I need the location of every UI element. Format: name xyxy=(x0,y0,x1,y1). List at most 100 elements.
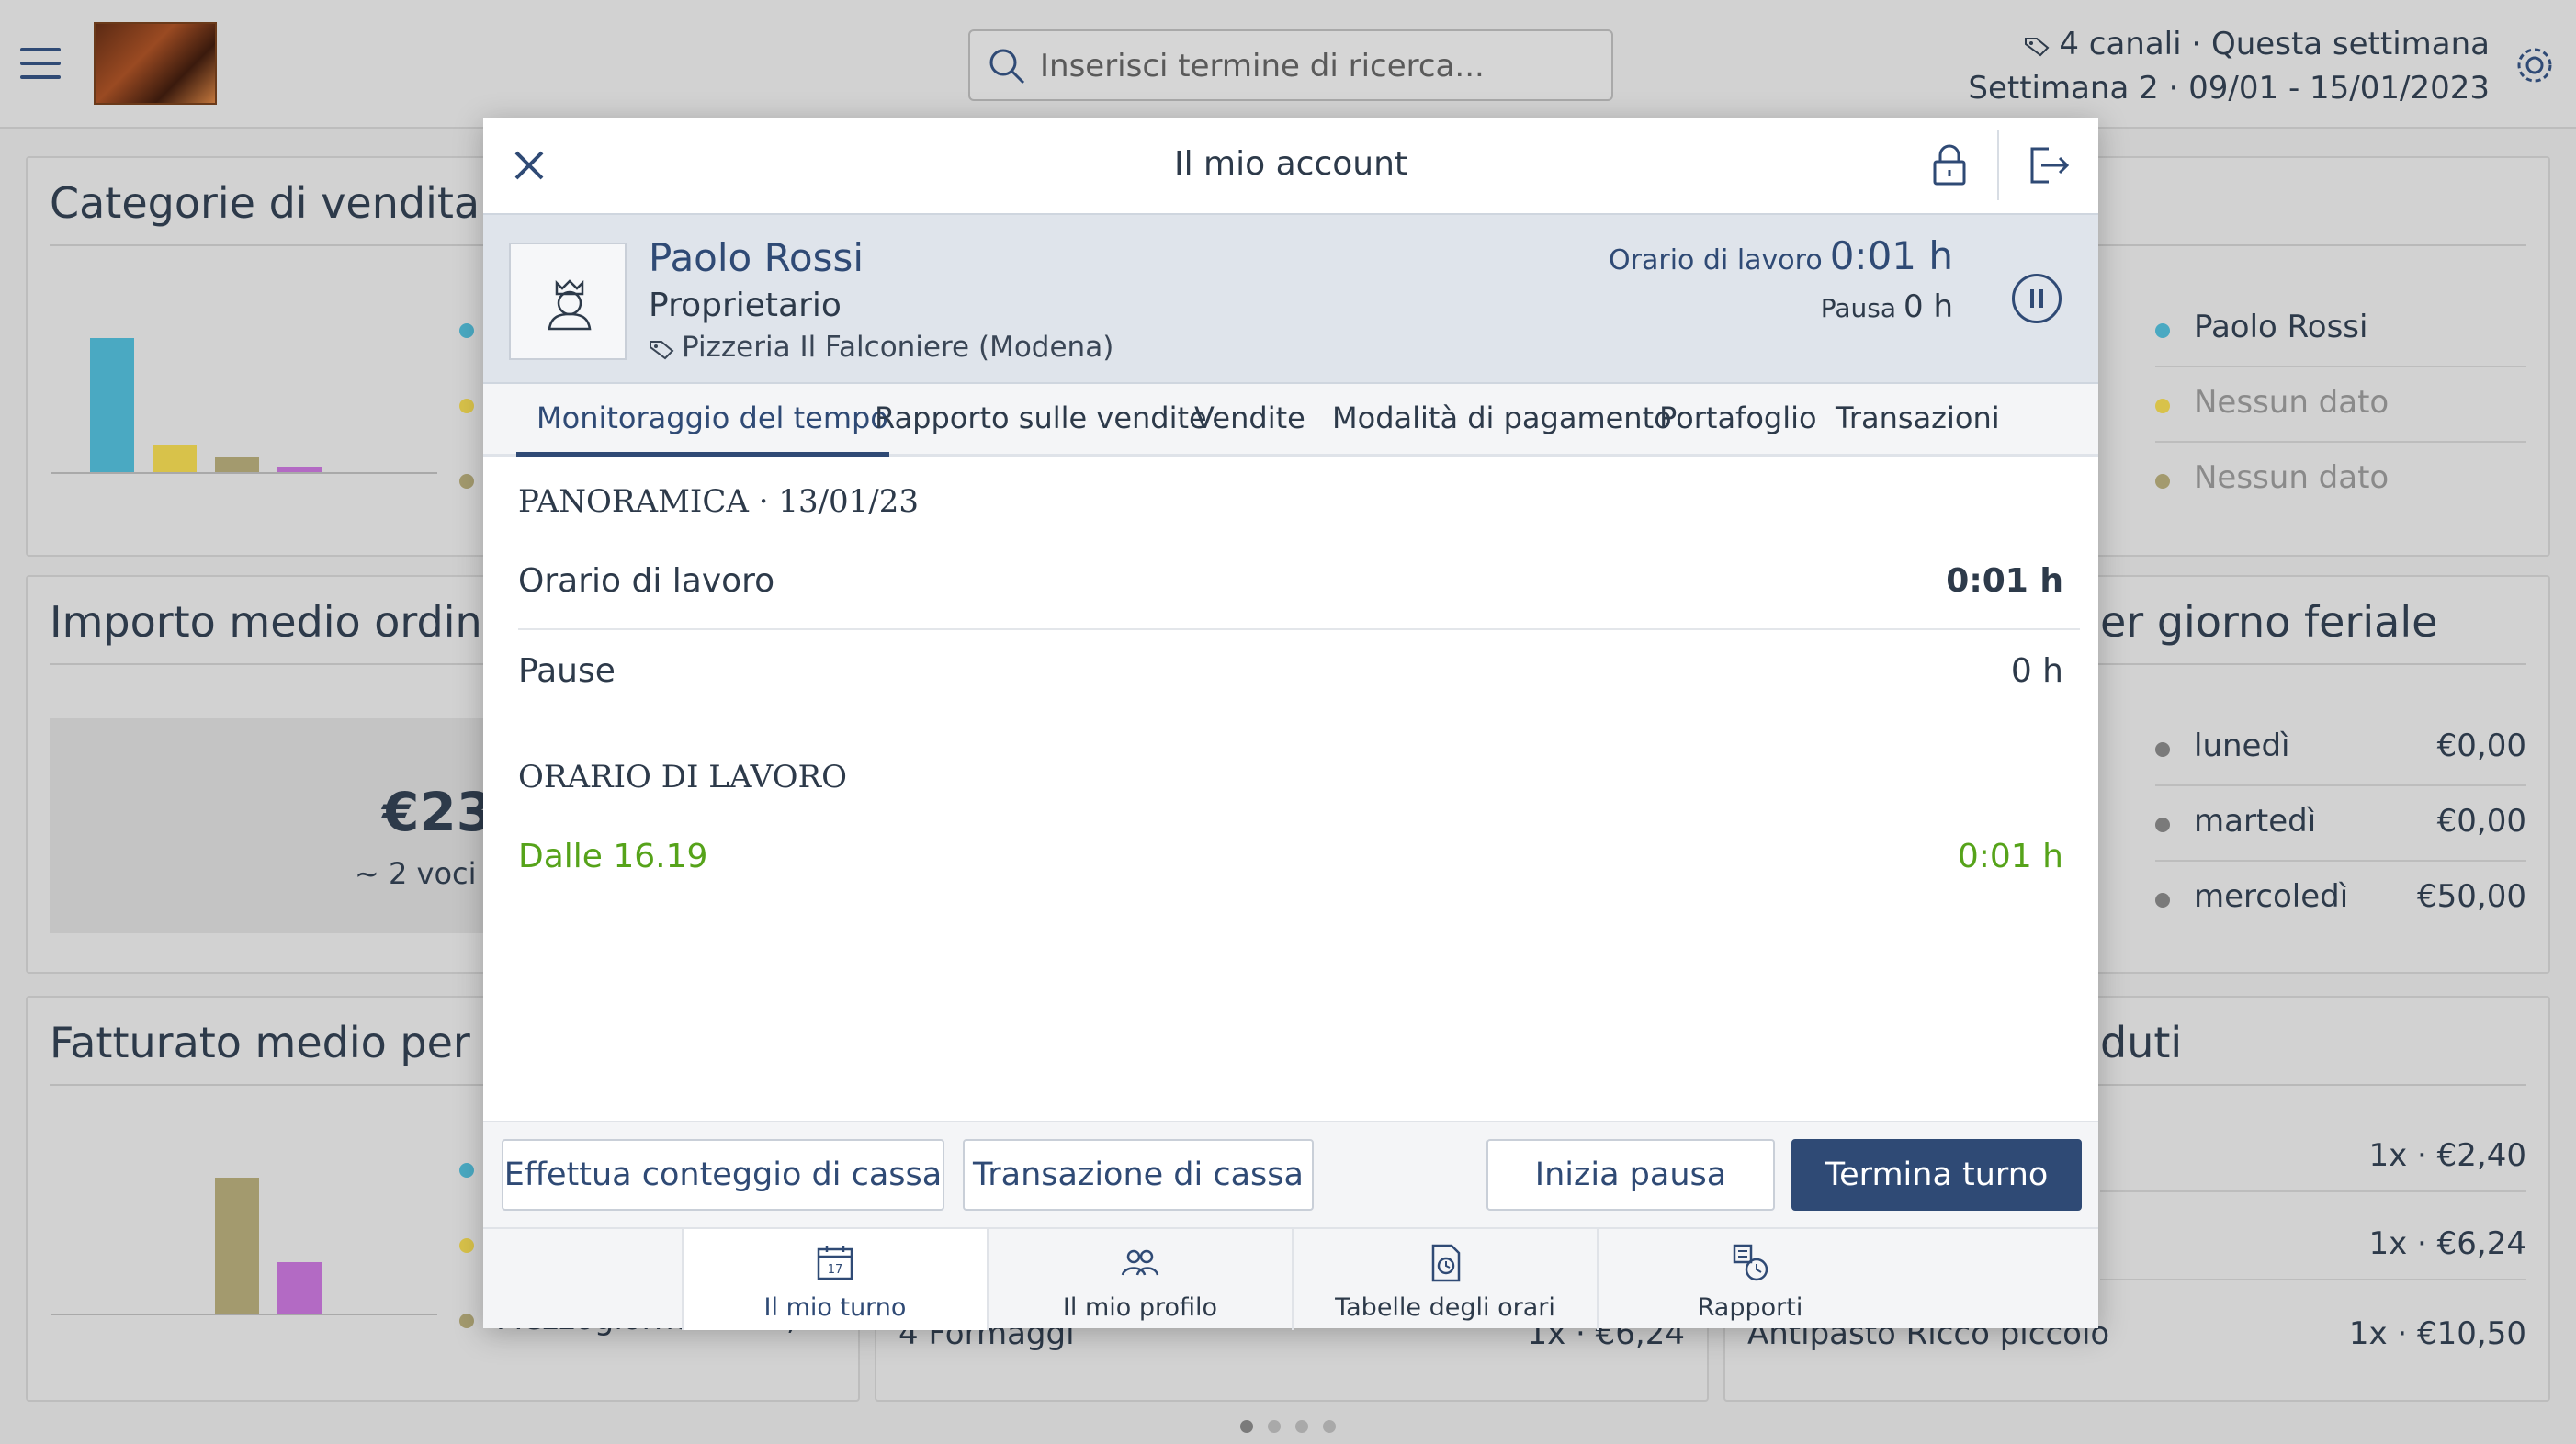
tag-icon xyxy=(2025,37,2050,56)
legend-dot xyxy=(459,399,474,413)
chart-bar xyxy=(277,1262,322,1314)
active-tab-indicator xyxy=(516,452,889,457)
modal-title: Il mio account xyxy=(1173,145,1408,183)
search-icon xyxy=(989,49,1025,85)
avatar xyxy=(509,243,627,360)
page-dot[interactable] xyxy=(1323,1420,1336,1433)
week-label: Settimana 2 · 09/01 - 15/01/2023 xyxy=(1968,70,2490,107)
start-pause-button[interactable]: Inizia pausa xyxy=(1486,1139,1775,1211)
weekday-label: mercoledì xyxy=(2194,878,2349,915)
chart-bar xyxy=(153,445,197,472)
account-modal: Il mio account Paolo Rossi Proprietario … xyxy=(483,118,2098,1330)
overview-pause-value: 0 h xyxy=(2010,652,2063,690)
page-dot[interactable] xyxy=(1295,1420,1308,1433)
legend-dot xyxy=(459,1238,474,1253)
tab-time-tracking[interactable]: Monitoraggio del tempo xyxy=(537,400,888,435)
tag-icon xyxy=(650,340,674,359)
legend-label: Nessun dato xyxy=(2194,459,2390,496)
overview-work-label: Orario di lavoro xyxy=(518,562,775,600)
nav-label: Tabelle degli orari xyxy=(1335,1293,1555,1322)
overview-pause-label: Pause xyxy=(518,652,616,690)
overview-heading: PANORAMICA · 13/01/23 xyxy=(518,483,920,520)
product-value: 1x · €6,24 xyxy=(2368,1225,2526,1262)
legend-label: Nessun dato xyxy=(2194,384,2390,421)
top-bar: Inserisci termine di ricerca... 4 canali… xyxy=(0,0,2576,129)
legend-dot xyxy=(2155,893,2170,908)
bar-chart xyxy=(51,338,437,472)
profile-location: Pizzeria Il Falconiere (Modena) xyxy=(649,331,1113,364)
search-input[interactable]: Inserisci termine di ricerca... xyxy=(968,29,1613,101)
bottom-nav: 17 Il mio turno Il mio profilo Tabelle d… xyxy=(483,1227,2098,1330)
legend-dot xyxy=(459,474,474,489)
profile-work-time: Orario di lavoro 0:01 h xyxy=(1609,233,1953,278)
logout-icon[interactable] xyxy=(2027,145,2071,186)
pause-label: Pausa xyxy=(1820,293,1896,323)
users-icon xyxy=(1121,1249,1159,1276)
card-title: duti xyxy=(2100,1018,2183,1067)
calendar-icon: 17 xyxy=(817,1246,853,1280)
profile-panel: Paolo Rossi Proprietario Pizzeria Il Fal… xyxy=(483,213,2098,384)
profile-name: Paolo Rossi xyxy=(649,235,864,280)
bar-chart xyxy=(51,1178,437,1314)
tab-sales-report[interactable]: Rapporto sulle vendite xyxy=(875,400,1207,435)
nav-my-profile[interactable]: Il mio profilo xyxy=(987,1229,1292,1330)
weekday-value: €0,00 xyxy=(2436,803,2526,840)
nav-reports[interactable]: Rapporti xyxy=(1597,1229,1902,1330)
menu-icon[interactable] xyxy=(20,48,61,79)
product-value: 1x · €2,40 xyxy=(2368,1137,2526,1174)
card-title: Categorie di vendita pr xyxy=(50,178,537,228)
legend-dot xyxy=(459,1314,474,1328)
tab-payment-methods[interactable]: Modalità di pagamento xyxy=(1332,400,1672,435)
page-dot[interactable] xyxy=(1240,1420,1253,1433)
lock-icon[interactable] xyxy=(1929,143,1970,187)
calendar-day: 17 xyxy=(828,1263,843,1277)
profile-pause-time: Pausa 0 h xyxy=(1821,288,1953,325)
legend-dot xyxy=(2155,399,2170,413)
restaurant-logo xyxy=(94,22,217,105)
chart-bar xyxy=(90,338,134,472)
worktime-from-label: Dalle 16.19 xyxy=(518,838,708,875)
period-selector[interactable]: 4 canali · Questa settimana Settimana 2 … xyxy=(1968,22,2490,110)
worktime-from-value: 0:01 h xyxy=(1957,838,2063,875)
nav-timesheets[interactable]: Tabelle degli orari xyxy=(1292,1229,1597,1330)
profile-location-label: Pizzeria Il Falconiere (Modena) xyxy=(682,331,1114,364)
legend-label: Paolo Rossi xyxy=(2194,309,2368,345)
modal-header: Il mio account xyxy=(483,118,2098,213)
search-placeholder: Inserisci termine di ricerca... xyxy=(1040,48,1485,85)
cash-transaction-button[interactable]: Transazione di cassa xyxy=(963,1139,1314,1211)
page-dot[interactable] xyxy=(1268,1420,1281,1433)
legend-dot xyxy=(459,1163,474,1178)
legend-dot xyxy=(2155,818,2170,832)
nav-label: Rapporti xyxy=(1697,1293,1803,1322)
weekday-label: martedì xyxy=(2194,803,2317,840)
nav-my-shift[interactable]: 17 Il mio turno xyxy=(682,1229,987,1330)
page-indicator[interactable] xyxy=(1240,1419,1350,1437)
tab-wallet[interactable]: Portafoglio xyxy=(1659,400,1817,435)
overview-work-value: 0:01 h xyxy=(1946,562,2063,600)
tab-transactions[interactable]: Transazioni xyxy=(1836,400,2000,435)
work-time-value: 0:01 h xyxy=(1829,233,1953,278)
channels-label: 4 canali · Questa settimana xyxy=(2059,26,2490,62)
weekday-value: €0,00 xyxy=(2436,728,2526,764)
tab-sales[interactable]: Vendite xyxy=(1194,400,1305,435)
card-title: Fatturato medio per fa xyxy=(50,1018,525,1067)
cash-count-button[interactable]: Effettua conteggio di cassa xyxy=(502,1139,944,1211)
work-time-label: Orario di lavoro xyxy=(1609,244,1823,276)
product-value: 1x · €10,50 xyxy=(2348,1315,2526,1352)
nav-label: Il mio turno xyxy=(763,1293,907,1322)
card-title: Importo medio ordine xyxy=(50,597,508,647)
card-title: er giorno feriale xyxy=(2100,597,2438,647)
legend-dot xyxy=(2155,323,2170,338)
profile-role: Proprietario xyxy=(649,287,842,324)
end-shift-button[interactable]: Termina turno xyxy=(1791,1139,2082,1211)
gear-icon[interactable] xyxy=(2514,44,2556,86)
chart-bar xyxy=(215,1178,259,1314)
pause-icon[interactable] xyxy=(2012,274,2062,323)
chart-bar xyxy=(215,457,259,472)
reports-icon xyxy=(1733,1244,1768,1281)
nav-label: Il mio profilo xyxy=(1062,1293,1218,1322)
worktime-heading: ORARIO DI LAVORO xyxy=(518,759,847,795)
timesheet-icon xyxy=(1431,1244,1461,1282)
weekday-value: €50,00 xyxy=(2417,878,2526,915)
legend-dot xyxy=(2155,474,2170,489)
